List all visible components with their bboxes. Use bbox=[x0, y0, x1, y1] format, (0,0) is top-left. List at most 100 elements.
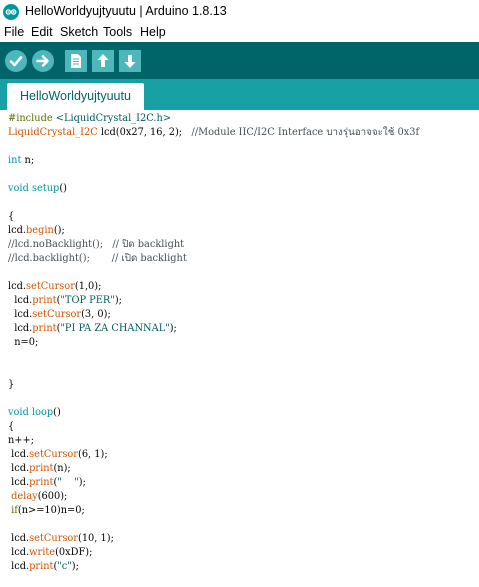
code-text: (0xDF); bbox=[55, 547, 93, 558]
code-line: lcd.print("c"); bbox=[8, 560, 79, 574]
code-line: { bbox=[8, 211, 15, 222]
code-line: lcd.setCursor(3, 0); bbox=[8, 308, 111, 322]
arrow-up-icon bbox=[97, 54, 109, 67]
upload-button[interactable] bbox=[32, 50, 54, 72]
include-directive: #include bbox=[8, 113, 53, 124]
code-line: if(n>=10)n=0; bbox=[8, 504, 85, 518]
save-sketch-button[interactable] bbox=[119, 50, 141, 72]
code-text: lcd. bbox=[8, 309, 33, 320]
string-literal: " " bbox=[57, 477, 79, 488]
code-line: void setup() bbox=[8, 182, 67, 196]
code-line: lcd.print("PI PA ZA CHANNAL"); bbox=[8, 322, 177, 336]
window-title: HelloWorldyujtyuutu | Arduino 1.8.13 bbox=[25, 4, 227, 18]
code-text: lcd. bbox=[8, 323, 33, 334]
new-file-icon bbox=[71, 54, 81, 68]
code-text: (1,0); bbox=[74, 281, 102, 292]
code-line: lcd.print("TOP PER"); bbox=[8, 294, 122, 308]
function-call: print bbox=[29, 477, 54, 488]
code-line: void loop() bbox=[8, 406, 61, 420]
code-line: lcd.setCursor(1,0); bbox=[8, 280, 101, 294]
type-keyword: int bbox=[8, 155, 22, 166]
menu-tools[interactable]: Tools bbox=[103, 25, 132, 39]
string-literal: "c" bbox=[57, 561, 72, 572]
code-text: lcd. bbox=[8, 463, 30, 474]
function-name: loop bbox=[31, 407, 54, 418]
string-literal: "PI PA ZA CHANNAL" bbox=[60, 323, 170, 334]
menu-help[interactable]: Help bbox=[140, 25, 166, 39]
code-text: (600); bbox=[37, 491, 68, 502]
type-keyword: void bbox=[8, 183, 29, 194]
verify-button[interactable] bbox=[5, 50, 27, 72]
title-bar: HelloWorldyujtyuutu | Arduino 1.8.13 bbox=[0, 0, 479, 24]
code-text: lcd(0x27, 16, 2); bbox=[97, 127, 192, 138]
code-text: lcd. bbox=[8, 547, 30, 558]
code-line: lcd.write(0xDF); bbox=[8, 546, 92, 560]
function-call: print bbox=[32, 323, 57, 334]
code-line: { bbox=[8, 421, 15, 432]
code-text: lcd. bbox=[8, 449, 30, 460]
include-file: <LiquidCrystal_I2C.h> bbox=[55, 113, 172, 124]
code-line: n=0; bbox=[8, 337, 39, 348]
code-line: lcd.print(" "); bbox=[8, 476, 86, 490]
type-keyword: void bbox=[8, 407, 29, 418]
function-name: setup bbox=[31, 183, 60, 194]
code-text: () bbox=[53, 407, 61, 418]
function-call: begin bbox=[26, 225, 54, 236]
function-call: write bbox=[29, 547, 56, 558]
arrow-right-icon bbox=[36, 55, 49, 67]
menu-edit[interactable]: Edit bbox=[31, 25, 53, 39]
code-text: (n); bbox=[53, 463, 71, 474]
code-text: ); bbox=[71, 561, 79, 572]
code-comment: //Module IIC/I2C Interface บางรุ่นอาจจะใ… bbox=[191, 127, 420, 138]
function-call: print bbox=[29, 561, 54, 572]
code-text: lcd. bbox=[8, 561, 30, 572]
control-keyword: if bbox=[8, 505, 18, 516]
code-text: (); bbox=[53, 225, 65, 236]
code-line: #include <LiquidCrystal_I2C.h> bbox=[8, 112, 171, 126]
menu-bar: File Edit Sketch Tools Help bbox=[0, 24, 479, 42]
function-call: setCursor bbox=[29, 449, 78, 460]
code-text: lcd. bbox=[8, 225, 27, 236]
function-call: print bbox=[29, 463, 54, 474]
code-text: ); bbox=[169, 323, 177, 334]
toolbar bbox=[0, 42, 479, 79]
code-text: (n>=10)n=0; bbox=[17, 505, 85, 516]
code-line: lcd.print(n); bbox=[8, 462, 71, 476]
code-line: delay(600); bbox=[8, 490, 67, 504]
code-line: lcd.begin(); bbox=[8, 224, 65, 238]
checkmark-icon bbox=[9, 56, 23, 67]
code-text: (6, 1); bbox=[78, 449, 108, 460]
code-line: n++; bbox=[8, 435, 35, 446]
code-text: n; bbox=[21, 155, 35, 166]
code-text: ); bbox=[114, 295, 122, 306]
menu-sketch[interactable]: Sketch bbox=[60, 25, 98, 39]
code-line: lcd.setCursor(6, 1); bbox=[8, 448, 108, 462]
code-line: } bbox=[8, 379, 15, 390]
code-text: lcd. bbox=[8, 477, 30, 488]
function-call: setCursor bbox=[32, 309, 82, 320]
code-text: () bbox=[59, 183, 67, 194]
code-comment: //lcd.backlight(); // เปิด backlight bbox=[8, 253, 187, 264]
function-call: print bbox=[32, 295, 57, 306]
code-text: ); bbox=[78, 477, 86, 488]
code-text: lcd. bbox=[8, 533, 30, 544]
string-literal: "TOP PER" bbox=[60, 295, 115, 306]
function-call: setCursor bbox=[26, 281, 75, 292]
open-sketch-button[interactable] bbox=[92, 50, 114, 72]
code-text: (3, 0); bbox=[81, 309, 111, 320]
code-line: int n; bbox=[8, 154, 34, 168]
function-call: delay bbox=[8, 491, 38, 502]
arrow-down-icon bbox=[124, 55, 136, 68]
menu-file[interactable]: File bbox=[4, 25, 24, 39]
tab-helloworldyujtyuutu[interactable]: HelloWorldyujtyuutu bbox=[7, 83, 144, 110]
tab-bar: HelloWorldyujtyuutu bbox=[0, 79, 479, 110]
code-text: lcd. bbox=[8, 281, 27, 292]
code-comment: //lcd.noBacklight(); // ปิด backlight bbox=[8, 239, 185, 250]
code-editor[interactable]: #include <LiquidCrystal_I2C.h> LiquidCry… bbox=[0, 110, 479, 587]
arduino-logo-icon bbox=[3, 4, 19, 20]
code-text: (10, 1); bbox=[78, 533, 114, 544]
function-call: setCursor bbox=[29, 533, 78, 544]
class-name: LiquidCrystal_I2C bbox=[8, 127, 98, 138]
new-sketch-button[interactable] bbox=[65, 50, 87, 72]
code-text: lcd. bbox=[8, 295, 33, 306]
